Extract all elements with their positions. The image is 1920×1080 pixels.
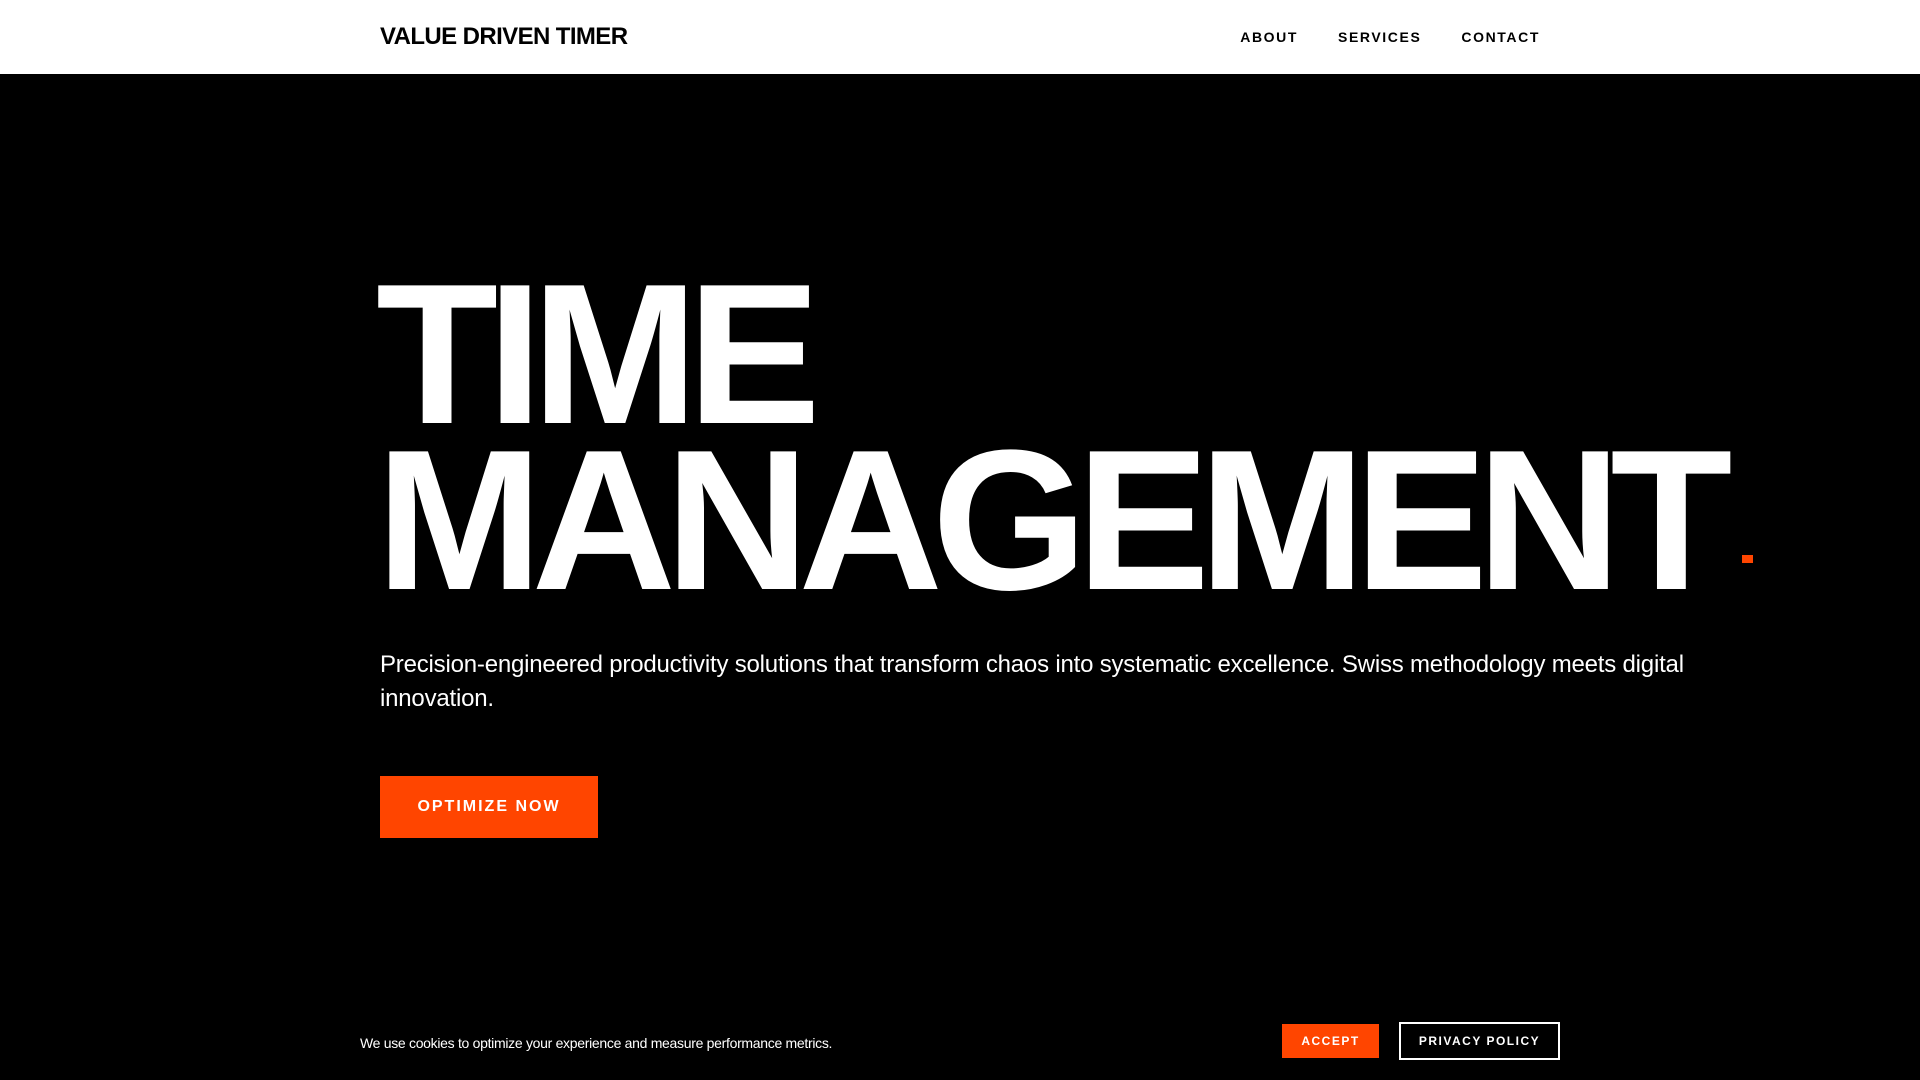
hero-title: TIME MANAGEMENT — [376, 255, 1732, 632]
cookie-message: We use cookies to optimize your experien… — [360, 1035, 833, 1051]
privacy-policy-button[interactable]: PRIVACY POLICY — [1399, 1022, 1560, 1060]
site-header: VALUE DRIVEN TIMER ABOUT SERVICES CONTAC… — [0, 0, 1920, 74]
main-nav: ABOUT SERVICES CONTACT — [1240, 28, 1540, 46]
nav-link-contact[interactable]: CONTACT — [1461, 28, 1540, 46]
cookie-banner: We use cookies to optimize your experien… — [0, 1008, 1920, 1080]
nav-link-about[interactable]: ABOUT — [1240, 28, 1298, 46]
hero-subtitle: Precision-engineered productivity soluti… — [380, 651, 1684, 712]
cookie-accept-button[interactable]: ACCEPT — [1282, 1024, 1379, 1058]
nav-link-services[interactable]: SERVICES — [1338, 28, 1421, 46]
accent-square-decoration — [1742, 555, 1753, 563]
site-logo[interactable]: VALUE DRIVEN TIMER — [380, 22, 628, 52]
optimize-now-button[interactable]: OPTIMIZE NOW — [380, 776, 598, 838]
page: VALUE DRIVEN TIMER ABOUT SERVICES CONTAC… — [0, 0, 1920, 1080]
hero-title-line-2: MANAGEMENT — [376, 409, 1732, 632]
